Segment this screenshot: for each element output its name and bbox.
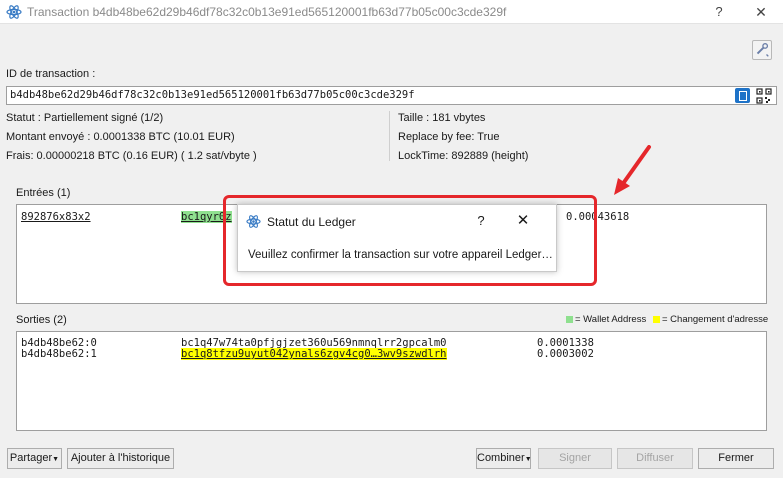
info-divider [389,111,390,161]
wallet-swatch [566,315,573,323]
rbf-text: Replace by fee: True [398,131,500,143]
button-bar: Partager▼ Ajouter à l'historique Combine… [0,440,783,478]
dropdown-caret-icon: ▼ [52,456,60,463]
share-button[interactable]: Partager▼ [7,448,62,469]
outputs-list[interactable]: b4db48be62:0 bc1q47w74ta0pfjgjzet360u569… [16,331,767,431]
locktime-text: LockTime: 892889 (height) [398,150,529,162]
annotation-highlight-frame [223,195,597,286]
broadcast-button[interactable]: Diffuser [617,448,693,469]
txid-field[interactable]: b4db48be62d29b46df78c32c0b13e91ed5651200… [6,86,777,105]
help-button[interactable]: ? [709,2,729,22]
inputs-header: Entrées (1) [16,187,71,199]
output-address-change[interactable]: bc1q8tfzu9uyut042ynals6zgv4cg0…3wv9szwdl… [181,348,447,360]
combine-button[interactable]: Combiner▼ [476,448,532,469]
close-button[interactable]: Fermer [698,448,774,469]
copy-icon[interactable] [735,88,750,103]
legend-wallet-label: = Wallet Address [575,314,647,325]
title-bar: Transaction b4db48be62d29b46df78c32c0b13… [0,0,783,24]
close-window-button[interactable]: ✕ [751,2,771,22]
input-ref[interactable]: 892876x83x2 [21,211,91,223]
fee-text: Frais: 0.00000218 BTC (0.16 EUR) ( 1.2 s… [6,150,257,162]
share-button-label: Partager [9,452,53,464]
change-swatch [653,315,660,323]
window-title: Transaction b4db48be62d29b46df78c32c0b13… [27,5,507,19]
dropdown-caret-icon: ▼ [524,456,532,463]
legend-change: = Changement d'adresse [653,314,768,325]
status-text: Statut : Partiellement signé (1/2) [6,112,164,124]
txid-value[interactable]: b4db48be62d29b46df78c32c0b13e91ed5651200… [10,89,415,101]
legend-change-label: = Changement d'adresse [662,314,769,325]
output-ref[interactable]: b4db48be62:1 [21,348,97,360]
qr-code-icon[interactable] [756,88,772,104]
annotation-arrow-icon [614,145,651,195]
outputs-header: Sorties (2) [16,314,67,326]
add-to-history-button[interactable]: Ajouter à l'historique [67,448,174,469]
txid-label: ID de transaction : [6,68,96,80]
size-text: Taille : 181 vbytes [398,112,486,124]
output-amount: 0.0003002 [537,348,594,360]
combine-button-label: Combiner [477,452,525,464]
sign-button[interactable]: Signer [538,448,612,469]
electrum-icon [6,5,22,19]
legend-wallet: = Wallet Address [566,314,646,325]
tools-button[interactable] [752,40,772,60]
tools-icon [756,43,769,57]
amount-text: Montant envoyé : 0.0001338 BTC (10.01 EU… [6,131,235,143]
